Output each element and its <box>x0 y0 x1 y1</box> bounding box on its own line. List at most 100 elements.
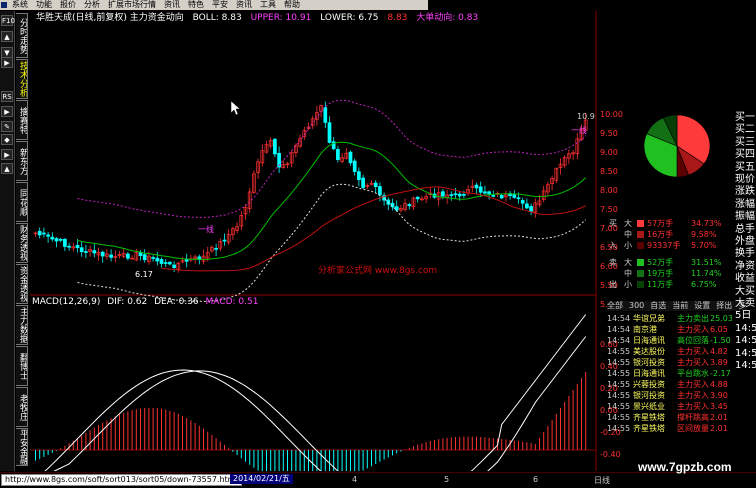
candle-body <box>92 250 97 254</box>
menu-item[interactable]: 报价 <box>57 0 81 10</box>
view-tab[interactable]: 新东方 <box>16 141 28 181</box>
tick-tab[interactable]: 自选 <box>650 301 666 310</box>
tick-row[interactable]: 14:55 银河投资 主力买入 3.90 <box>607 390 732 401</box>
candle-body <box>58 239 63 241</box>
tick-tab[interactable]: 300 <box>629 301 644 310</box>
period-label[interactable]: 日线 <box>594 475 610 486</box>
view-tab[interactable]: 擒赛特 <box>16 100 28 140</box>
tool-button[interactable]: ▶ <box>1 149 13 160</box>
candle-body <box>378 186 382 196</box>
candle-body <box>155 257 160 262</box>
tick-row[interactable]: 14:55 齐星铁塔 区间放量 2.01 <box>607 423 732 434</box>
tool-button[interactable]: ✎ <box>1 121 13 132</box>
flow-level: 小 <box>624 280 632 289</box>
tool-button[interactable]: ▶ <box>1 57 13 68</box>
candle-body <box>483 191 487 194</box>
tool-button[interactable]: RS <box>1 91 13 102</box>
url-label[interactable]: http://www.8gs.com/soft/sort013/sort05/d… <box>1 474 242 486</box>
tool-button[interactable]: ▲ <box>1 163 13 174</box>
tick-tab[interactable]: 当前 <box>672 301 688 310</box>
tick-stock: 银河投资 <box>633 358 665 367</box>
menu-item[interactable]: 工具 <box>257 0 281 10</box>
buy-signal-1: 一线 <box>198 225 214 234</box>
capital-flow-row: 中 16万手 9.58% <box>607 229 747 240</box>
flow-swatch <box>637 231 644 238</box>
tick-tab[interactable]: 全部 <box>607 301 623 310</box>
candle-body <box>525 203 529 209</box>
view-tab[interactable]: 技术分析 <box>16 59 28 99</box>
candle-body <box>172 264 176 269</box>
macd-dea-line <box>53 336 587 471</box>
tick-action: 区间放量 <box>677 424 709 433</box>
tick-row[interactable]: 14:54 南京港 主力买入 6.05 <box>607 324 732 335</box>
candle-body <box>516 197 521 200</box>
left-toolbar: F10 ▲ ▼ ▶ RS ▶ ✎ ◆ ▶ ▲ <box>0 11 15 471</box>
tool-button[interactable]: ▲ <box>1 31 13 42</box>
tick-row[interactable]: 14:54 华谊兄弟 主力卖出 25.03 <box>607 313 732 324</box>
tick-row[interactable]: 14:55 银河投资 主力买入 3.89 <box>607 357 732 368</box>
quote-field-label: 买四 <box>735 149 755 161</box>
macd-info-bar: MACD(12,26,9) DIF: 0.62 DEA: 0.36 MACD: … <box>32 296 262 308</box>
quote-field-label: 5日 <box>735 310 752 322</box>
candle-body <box>529 206 533 212</box>
flow-swatch <box>637 270 644 277</box>
menu-item[interactable]: 平安 <box>209 0 233 10</box>
tick-time: 14:54 <box>607 314 631 323</box>
menu-item[interactable]: 特色 <box>185 0 209 10</box>
menu-item[interactable]: 系统 <box>9 0 33 10</box>
tick-row[interactable]: 14:55 景兴纸业 主力买入 3.45 <box>607 401 732 412</box>
view-tab[interactable]: 同花顺 <box>16 182 28 222</box>
tick-row[interactable]: 14:55 齐星铁塔 撑杆跳高 2.01 <box>607 412 732 423</box>
tool-button[interactable]: ▶ <box>1 106 13 117</box>
candle-body <box>159 259 164 264</box>
flow-level: 大 <box>624 219 632 228</box>
menu-item[interactable]: 功能 <box>33 0 57 10</box>
view-tab[interactable]: 平安金融 <box>16 428 28 466</box>
stock-title: 华胜天成(日线,前复权) 主力资金动向 <box>36 13 184 23</box>
candle-body <box>109 254 113 258</box>
mouse-cursor-icon <box>230 100 241 116</box>
candle-body <box>163 262 168 264</box>
tick-stock: 日海通讯 <box>633 336 665 345</box>
macd-dif-line <box>44 314 587 471</box>
menu-item[interactable]: 帮助 <box>281 0 305 10</box>
quote-field-label: 买五 <box>735 161 755 173</box>
menu-item[interactable]: 分析 <box>81 0 105 10</box>
tick-row[interactable]: 14:55 日海通讯 平台跳水 -2.17 <box>607 368 732 379</box>
tick-time: 14:55 <box>607 391 631 400</box>
tick-row[interactable]: 14:55 美达股份 主力买入 4.82 <box>607 346 732 357</box>
view-tab[interactable]: 财务透视 <box>16 223 28 263</box>
quote-field-label: 换手 <box>735 248 755 260</box>
candle-body <box>42 232 46 235</box>
tick-time: 14:55 <box>607 347 631 356</box>
candle-body <box>499 195 504 199</box>
tick-value: 2.01 <box>710 413 728 422</box>
flow-volume: 93337手 <box>647 241 681 250</box>
tick-value: -1.50 <box>710 336 731 345</box>
view-tab[interactable]: 主力数据 <box>16 305 28 345</box>
candle-body <box>151 257 155 259</box>
tool-button[interactable]: F10 <box>1 15 15 26</box>
candle-body <box>457 193 462 197</box>
quote-field-label: 大买 <box>735 285 755 297</box>
view-tab[interactable]: 翻博士 <box>16 346 28 386</box>
tick-action: 主力买入 <box>677 325 709 334</box>
menu-item[interactable]: 资讯 <box>161 0 185 10</box>
tool-button[interactable]: ◆ <box>1 134 13 145</box>
tick-row[interactable]: 14:55 兴蓉投资 主力买入 4.88 <box>607 379 732 390</box>
tick-tab[interactable]: 择出 <box>716 301 732 310</box>
menu-item[interactable]: 扩展市场行情 <box>105 0 161 10</box>
candle-body <box>336 148 340 160</box>
month-label-4: 4 <box>352 475 358 484</box>
menu-item[interactable]: 资讯 <box>233 0 257 10</box>
flow-volume: 11万手 <box>647 280 674 289</box>
tick-row[interactable]: 14:54 日海通讯 高位回落 -1.50 <box>607 335 732 346</box>
view-tab[interactable]: 分时走势 <box>16 13 28 58</box>
view-tab[interactable]: 老牧庄 <box>16 387 28 427</box>
tick-tabs[interactable]: 全部 300 自选 当前 设置 择出多 <box>607 301 747 311</box>
tick-tab[interactable]: 设置 <box>694 301 710 310</box>
view-tab[interactable]: 资金透视 <box>16 264 28 304</box>
quote-field-label: 买三 <box>735 136 755 148</box>
kline-chart[interactable] <box>30 11 598 471</box>
candle-body <box>100 251 105 257</box>
